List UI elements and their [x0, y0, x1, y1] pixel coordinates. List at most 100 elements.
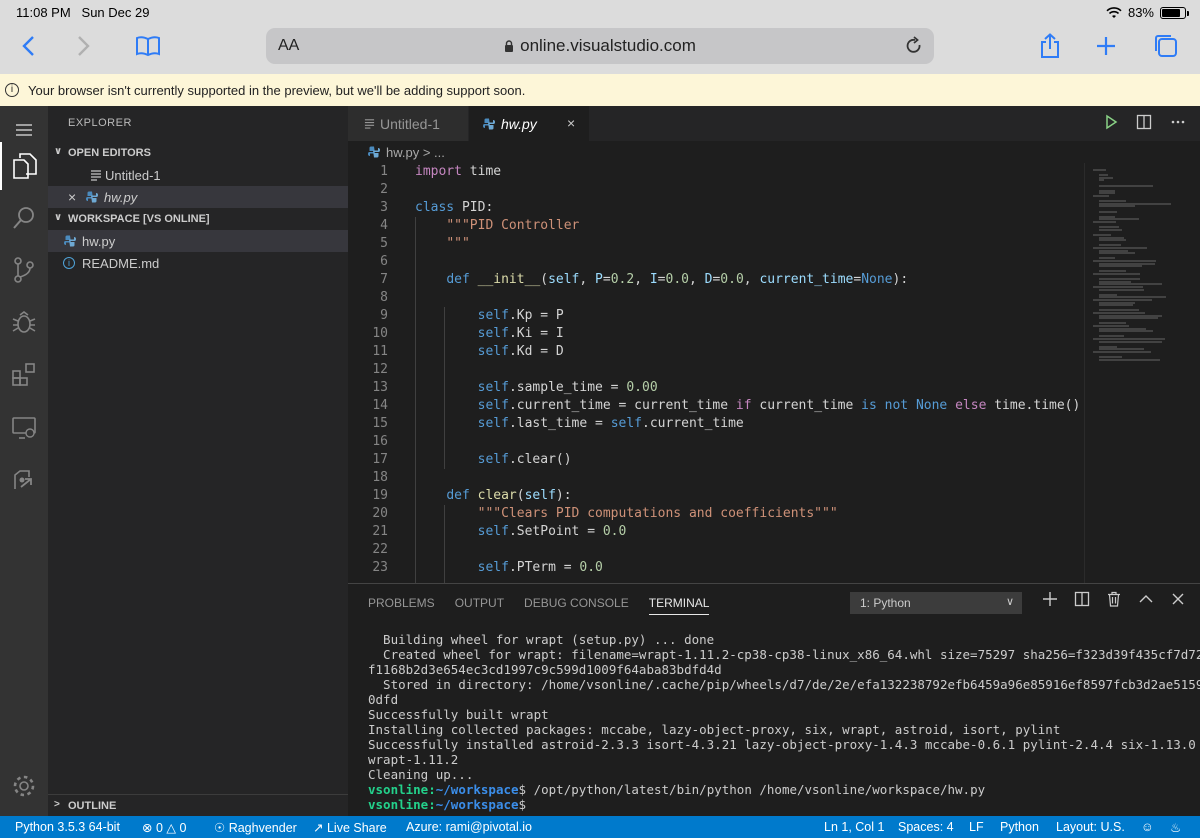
outline-section[interactable]: > OUTLINE	[48, 794, 348, 816]
language-mode[interactable]: Python	[1000, 820, 1039, 834]
chevron-down-icon: ∨	[54, 146, 63, 157]
workspace-section[interactable]: ∨ WORKSPACE [VS ONLINE]	[48, 208, 348, 230]
tab-terminal[interactable]: TERMINAL	[648, 596, 710, 615]
extensions-activity[interactable]	[0, 350, 48, 398]
user-account[interactable]: ☉ Raghvender	[214, 820, 297, 835]
code-editor[interactable]: 1 import time 2 3 class PID: 4 """PID Cont…	[348, 163, 1200, 583]
file-item-hw-py[interactable]: hw.py	[48, 230, 348, 252]
minimap-line	[1099, 358, 1161, 361]
minimap-line	[1099, 252, 1135, 255]
unsupported-browser-banner: i Your browser isn't currently supported…	[0, 74, 1200, 106]
remote-explorer-icon	[12, 417, 36, 439]
bookmarks-button[interactable]	[132, 30, 164, 62]
breadcrumb: hw.py > ...	[348, 141, 1200, 163]
terminal-line: Stored in directory: /home/vsonline/.cac…	[368, 677, 1200, 692]
search-activity[interactable]	[0, 194, 48, 242]
source-control-icon	[14, 257, 34, 283]
info-file-icon: i	[63, 257, 75, 269]
manage-activity[interactable]	[0, 762, 48, 810]
feedback-icon[interactable]: ☺	[1141, 820, 1154, 834]
share-button[interactable]	[1034, 30, 1066, 62]
address-bar[interactable]: AA online.visualstudio.com	[266, 28, 934, 64]
share-icon	[1041, 33, 1059, 58]
live-share-button[interactable]: ↗ Live Share	[313, 820, 387, 835]
file-item-readme[interactable]: i README.md	[48, 252, 348, 274]
battery-fill	[1162, 8, 1180, 17]
bell-icon[interactable]: ♨	[1170, 820, 1181, 835]
back-button[interactable]	[12, 30, 44, 62]
source-control-activity[interactable]	[0, 246, 48, 294]
close-tab-icon[interactable]: ×	[567, 115, 575, 131]
terminal-prompt-line: vsonline:~/workspace$	[368, 797, 527, 812]
terminal-line: Installing collected packages: mccabe, l…	[368, 722, 1061, 737]
forward-button[interactable]	[68, 30, 100, 62]
minimap-line	[1099, 265, 1143, 268]
code-line: 23 self.PTerm = 0.0	[372, 560, 603, 575]
battery-percent: 83%	[1127, 5, 1154, 20]
error-icon: ⊗	[142, 821, 153, 835]
tabs-overview-button[interactable]	[1150, 30, 1182, 62]
terminal-line: Successfully built wrapt	[368, 707, 549, 722]
tab-debug-console[interactable]: DEBUG CONSOLE	[524, 596, 629, 615]
trash-icon[interactable]	[1106, 591, 1122, 607]
problems-indicator[interactable]: ⊗ 0 △ 0	[142, 820, 186, 835]
minimap-line	[1093, 351, 1151, 353]
explorer-activity[interactable]	[0, 142, 48, 190]
run-icon[interactable]	[1104, 114, 1118, 130]
terminal-line: wrapt-1.11.2	[368, 752, 459, 767]
open-editor-item-hw-py[interactable]: × hw.py	[48, 186, 348, 208]
indentation[interactable]: Spaces: 4	[898, 820, 954, 834]
live-share-icon	[14, 470, 32, 489]
reload-icon[interactable]	[904, 36, 924, 56]
new-terminal-icon[interactable]	[1042, 591, 1058, 607]
terminal-line: Building wheel for wrapt (setup.py) ... …	[368, 632, 715, 647]
chevron-up-icon[interactable]	[1138, 591, 1154, 607]
code-line: 21 self.SetPoint = 0.0	[372, 524, 627, 539]
minimap-line	[1099, 179, 1105, 182]
code-line: 6	[380, 254, 388, 269]
minimap-line	[1093, 273, 1140, 275]
code-line: 8	[380, 290, 388, 305]
lock-icon	[505, 40, 514, 52]
safari-toolbar: AA online.visualstudio.com	[0, 24, 1200, 74]
tab-hw-py[interactable]: hw.py ×	[469, 106, 589, 141]
new-tab-button[interactable]	[1090, 30, 1122, 62]
keyboard-layout[interactable]: Layout: U.S.	[1056, 820, 1125, 834]
terminal-line: 0dfd	[368, 692, 399, 707]
chevron-left-icon	[22, 36, 34, 56]
code-line: 14 self.current_time = current_time if c…	[372, 398, 1081, 413]
code-line: 10 self.Ki = I	[372, 326, 564, 341]
minimap[interactable]	[1084, 163, 1200, 583]
terminal-select[interactable]: 1: Python ∨	[850, 592, 1022, 614]
remote-explorer-activity[interactable]	[0, 404, 48, 452]
minimap-line	[1099, 239, 1126, 242]
live-share-activity[interactable]	[0, 456, 48, 504]
more-actions-icon[interactable]	[1170, 114, 1186, 130]
activity-bar	[0, 106, 48, 816]
debug-activity[interactable]	[0, 298, 48, 346]
open-editors-section[interactable]: ∨ OPEN EDITORS	[48, 142, 348, 164]
code-line: 16	[372, 434, 388, 449]
breadcrumb-path[interactable]: hw.py > ...	[386, 145, 445, 160]
end-of-line[interactable]: LF	[969, 820, 984, 834]
close-panel-icon[interactable]	[1170, 591, 1186, 607]
split-terminal-icon[interactable]	[1074, 591, 1090, 607]
code-line: 3 class PID:	[380, 200, 494, 215]
files-icon	[13, 153, 37, 179]
explorer-sidebar: EXPLORER ∨ OPEN EDITORS Untitled-1 × hw.…	[48, 106, 348, 816]
chevron-down-icon: ∨	[1005, 596, 1014, 608]
minimap-line	[1099, 210, 1117, 213]
minimap-line	[1099, 340, 1162, 343]
terminal-output[interactable]: Building wheel for wrapt (setup.py) ... …	[368, 632, 1200, 812]
tab-untitled-1[interactable]: Untitled-1	[348, 106, 468, 141]
split-editor-icon[interactable]	[1136, 114, 1152, 130]
tab-problems[interactable]: PROBLEMS	[368, 596, 435, 615]
python-interpreter[interactable]: Python 3.5.3 64-bit	[15, 820, 120, 834]
terminal-line: Successfully installed astroid-2.3.3 iso…	[368, 737, 1196, 752]
close-icon[interactable]: ×	[68, 189, 76, 205]
cursor-position[interactable]: Ln 1, Col 1	[824, 820, 884, 834]
python-file-icon	[368, 146, 380, 158]
azure-account[interactable]: Azure: rami@pivotal.io	[406, 820, 532, 834]
tab-output[interactable]: OUTPUT	[455, 596, 504, 615]
open-editor-item-untitled[interactable]: Untitled-1	[48, 164, 348, 186]
